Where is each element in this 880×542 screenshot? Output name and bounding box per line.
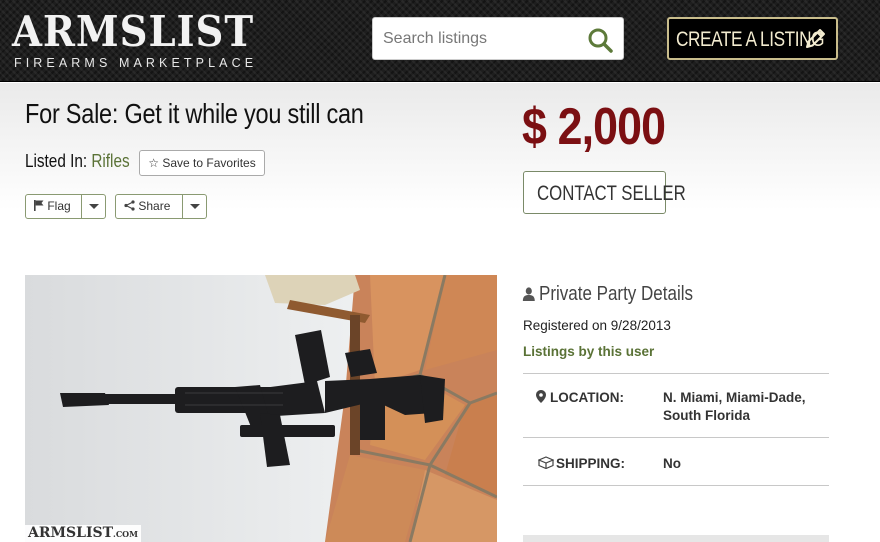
save-to-favorites-label: Save to Favorites <box>162 156 256 170</box>
flag-icon <box>34 199 47 213</box>
flag-dropdown-toggle[interactable] <box>81 195 105 218</box>
listed-in: Listed In: Rifles <box>25 151 130 172</box>
listing-photo[interactable]: ARMSLIST.COM <box>25 275 497 542</box>
map-pin-icon <box>536 390 548 403</box>
pencil-icon <box>802 26 828 52</box>
share-button[interactable]: Share <box>116 195 170 218</box>
share-dropdown-toggle[interactable] <box>182 195 206 218</box>
location-label-row: LOCATION: <box>536 390 624 405</box>
package-icon <box>537 456 555 470</box>
contact-seller-label: CONTACT SELLER <box>537 182 686 205</box>
location-value: N. Miami, Miami-Dade, South Florida <box>663 389 806 425</box>
location-label: LOCATION: <box>550 390 624 405</box>
flag-button[interactable]: Flag <box>26 195 71 218</box>
shipping-label-row: SHIPPING: <box>537 456 626 471</box>
search-input[interactable] <box>373 18 573 59</box>
listings-by-user-link[interactable]: Listings by this user <box>523 344 654 359</box>
logo-subtitle: FIREARMS MARKETPLACE <box>14 56 258 70</box>
site-logo[interactable]: ARMSLIST FIREARMS MARKETPLACE <box>12 7 255 76</box>
registered-date: Registered on 9/28/2013 <box>523 318 671 333</box>
create-listing-button[interactable]: CREATE A LISTING <box>667 17 838 60</box>
seller-details-heading: Private Party Details <box>522 283 693 306</box>
search-box <box>372 17 624 60</box>
listing-price: $ 2,000 <box>522 98 666 156</box>
logo-title: ARMSLIST <box>12 7 255 56</box>
category-link[interactable]: Rifles <box>91 151 129 171</box>
watermark-text: ARMSLIST <box>28 525 114 541</box>
site-header: ARMSLIST FIREARMS MARKETPLACE CREATE A L… <box>0 0 880 82</box>
share-button-group: Share <box>115 194 207 219</box>
listed-in-label: Listed In: <box>25 151 88 171</box>
star-icon: ☆ <box>148 156 160 170</box>
save-to-favorites-button[interactable]: ☆ Save to Favorites <box>139 150 265 176</box>
seller-details-title: Private Party Details <box>539 283 693 305</box>
share-icon <box>124 199 138 213</box>
listing-title: For Sale: Get it while you still can <box>25 98 364 129</box>
location-line-1: N. Miami, Miami-Dade, <box>663 390 806 405</box>
shipping-value: No <box>663 456 681 471</box>
search-icon[interactable] <box>587 27 613 53</box>
shipping-label: SHIPPING: <box>556 456 626 471</box>
divider <box>523 437 829 438</box>
rifle-photo-illustration <box>25 275 497 542</box>
flag-button-group: Flag <box>25 194 106 219</box>
location-line-2: South Florida <box>663 408 750 423</box>
photo-watermark: ARMSLIST.COM <box>25 525 142 542</box>
next-section-edge <box>523 535 829 542</box>
contact-seller-button[interactable]: CONTACT SELLER <box>523 171 686 214</box>
share-label: Share <box>138 199 171 213</box>
watermark-suffix: .COM <box>113 529 139 539</box>
person-icon <box>522 284 536 301</box>
divider <box>523 373 829 374</box>
flag-label: Flag <box>47 199 71 213</box>
divider <box>523 485 829 486</box>
